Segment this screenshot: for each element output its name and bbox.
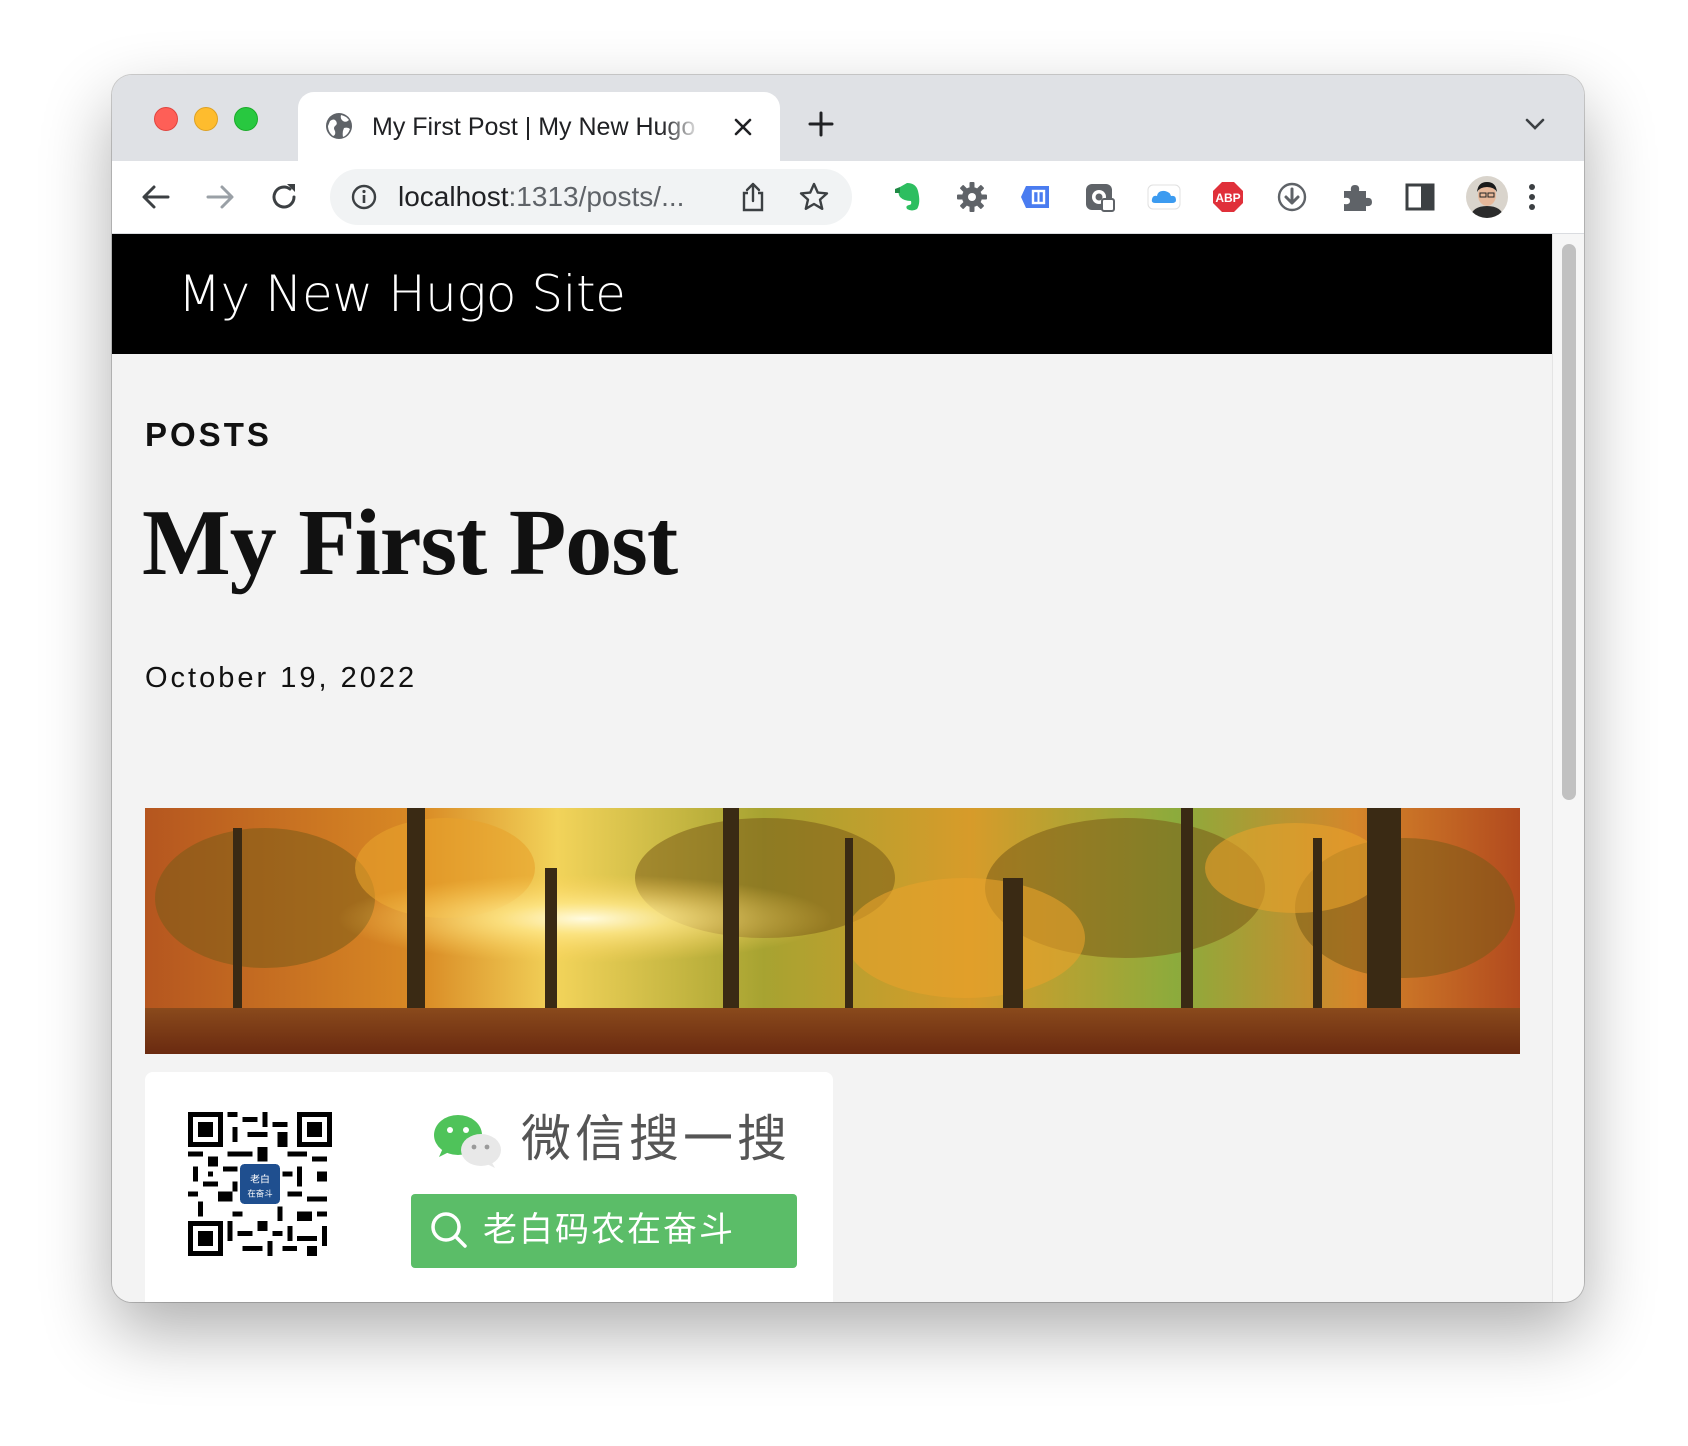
scrollbar-thumb[interactable] bbox=[1562, 244, 1576, 800]
globe-icon bbox=[326, 113, 352, 139]
copy-extension-icon[interactable] bbox=[1082, 179, 1118, 215]
cloud-icon[interactable] bbox=[1146, 179, 1182, 215]
forest-banner-image bbox=[145, 808, 1520, 1054]
tab-search-chevron-icon[interactable] bbox=[1522, 113, 1548, 135]
wechat-search-text: 微信搜一搜 bbox=[521, 1110, 791, 1168]
share-icon[interactable] bbox=[738, 181, 768, 213]
close-tab-icon[interactable] bbox=[728, 112, 758, 142]
gear-extension-icon[interactable] bbox=[954, 179, 990, 215]
tag-extension-icon[interactable] bbox=[1018, 179, 1054, 215]
close-window-button[interactable] bbox=[154, 107, 178, 131]
zoom-window-button[interactable] bbox=[234, 107, 258, 131]
qr-code-image[interactable]: 老白 在奋斗 bbox=[188, 1112, 332, 1256]
bookmark-star-icon[interactable] bbox=[798, 181, 830, 213]
tab-strip: My First Post | My New Hugo Site bbox=[112, 75, 1584, 164]
wechat-logo-icon bbox=[434, 1115, 501, 1168]
address-bar[interactable]: localhost:1313/posts/... bbox=[330, 169, 852, 225]
section-label[interactable]: POSTS bbox=[145, 416, 272, 454]
puzzle-icon[interactable] bbox=[1338, 179, 1374, 215]
vertical-scrollbar[interactable] bbox=[1552, 234, 1584, 1302]
qr-label-top: 老白 bbox=[250, 1173, 270, 1186]
qr-label-bottom: 在奋斗 bbox=[247, 1188, 272, 1198]
adblock-plus-icon[interactable]: ABP bbox=[1210, 179, 1246, 215]
avatar[interactable] bbox=[1466, 176, 1508, 218]
tab-title: My First Post | My New Hugo Site bbox=[372, 113, 702, 141]
url-path: :1313/posts/... bbox=[508, 181, 685, 212]
sidepanel-icon[interactable] bbox=[1402, 179, 1438, 215]
evernote-icon[interactable] bbox=[890, 179, 926, 215]
back-icon[interactable] bbox=[138, 179, 174, 215]
adblock-label: ABP bbox=[1215, 191, 1240, 205]
wechat-promo-card: 老白 在奋斗 微信搜一搜 老白码农在奋斗 bbox=[145, 1072, 833, 1302]
site-header: My New Hugo Site bbox=[112, 234, 1552, 354]
post-date: October 19, 2022 bbox=[145, 662, 418, 694]
page-content: My New Hugo Site POSTS My First Post Oct… bbox=[112, 234, 1552, 1302]
site-title[interactable]: My New Hugo Site bbox=[178, 264, 626, 324]
forward-icon[interactable] bbox=[202, 179, 238, 215]
browser-window: My First Post | My New Hugo Site bbox=[112, 75, 1584, 1302]
search-icon bbox=[431, 1212, 467, 1248]
post-title: My First Post bbox=[142, 491, 678, 595]
url-text[interactable]: localhost:1313/posts/... bbox=[398, 181, 684, 213]
search-term: 老白码农在奋斗 bbox=[483, 1210, 735, 1250]
download-icon[interactable] bbox=[1274, 179, 1310, 215]
wechat-search-box[interactable]: 老白码农在奋斗 bbox=[411, 1194, 797, 1268]
site-info-icon[interactable] bbox=[350, 183, 378, 211]
toolbar: localhost:1313/posts/... ABP bbox=[112, 161, 1584, 234]
reload-icon[interactable] bbox=[266, 179, 302, 215]
tab-active[interactable]: My First Post | My New Hugo Site bbox=[298, 92, 780, 164]
new-tab-icon[interactable] bbox=[806, 109, 836, 139]
kebab-menu-icon[interactable] bbox=[1514, 179, 1550, 215]
url-host: localhost bbox=[398, 181, 509, 212]
minimize-window-button[interactable] bbox=[194, 107, 218, 131]
